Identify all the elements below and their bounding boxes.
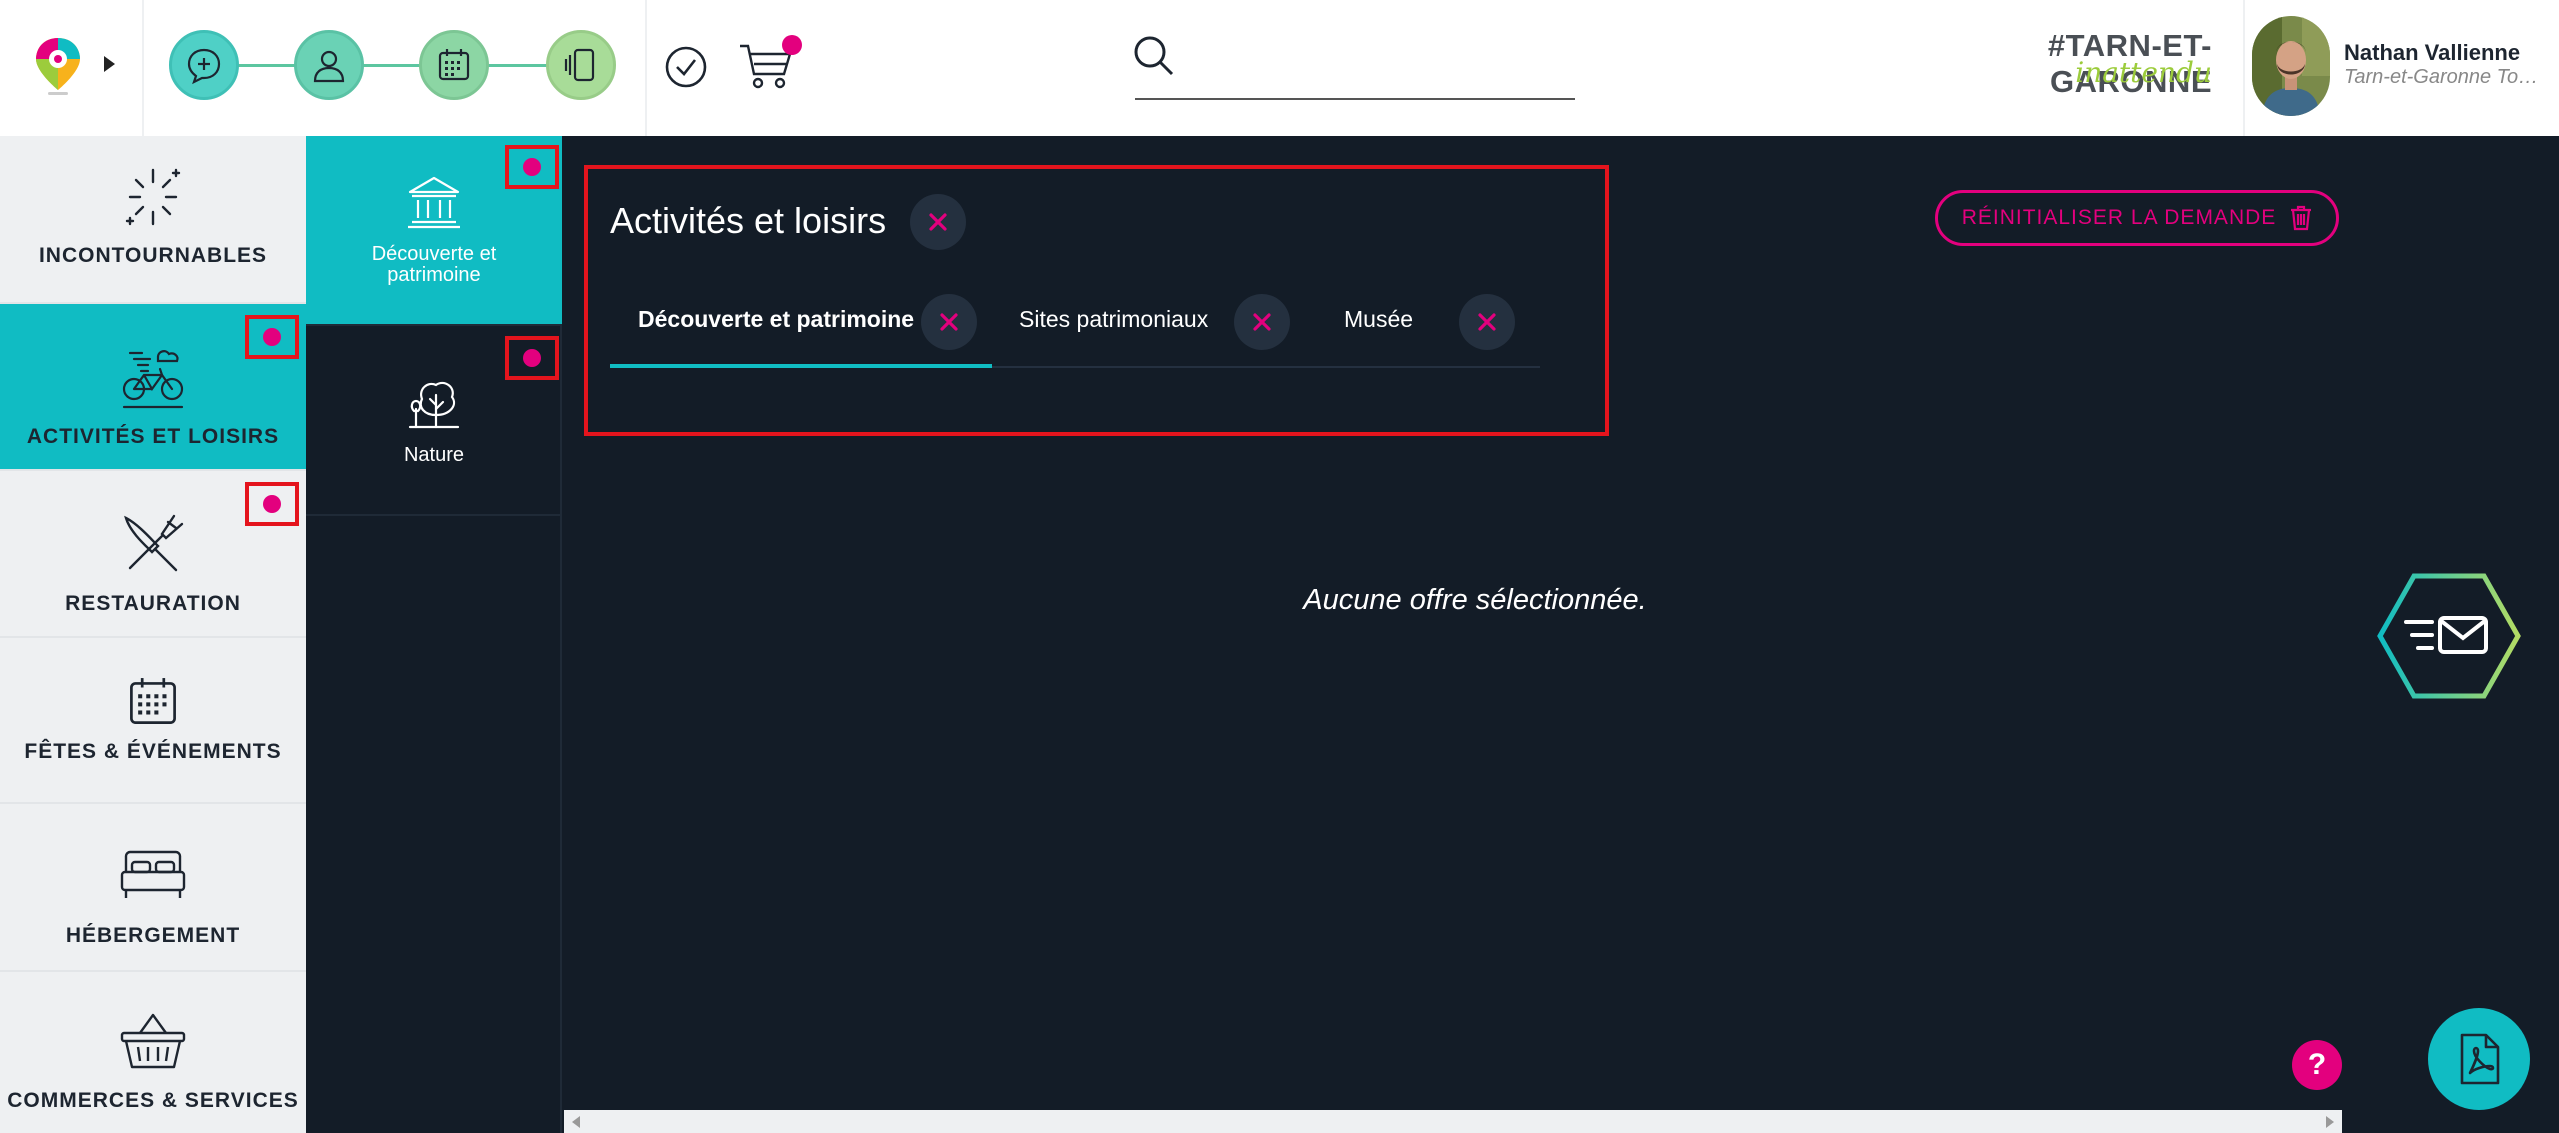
sidebar-item-commerces-services[interactable]: COMMERCES & SERVICES [0,972,306,1133]
horizontal-scrollbar[interactable] [564,1110,2342,1133]
bed-icon [120,850,186,898]
menu-caret-icon[interactable] [104,56,115,72]
header-divider [645,0,647,136]
step-chat-plus[interactable] [169,30,239,100]
send-mail-icon[interactable] [2376,572,2522,700]
empty-offers-message: Aucune offre sélectionnée. [1303,584,1647,616]
avatar[interactable] [2252,16,2330,116]
search-input[interactable] [1135,34,1575,100]
user-name[interactable]: Nathan Vallienne [2344,40,2520,66]
sidebar-item-label: HÉBERGEMENT [65,924,241,947]
cart-badge [782,35,802,55]
chat-plus-icon [187,48,221,85]
tab-sites-patrimoniaux[interactable]: Sites patrimoniaux [1019,306,1208,333]
header-divider [142,0,144,136]
pdf-file-icon [2460,1033,2500,1085]
sidebar-selection-marker [245,482,299,526]
logo-pin-icon[interactable] [30,34,86,96]
scroll-right-arrow-icon[interactable] [2326,1116,2334,1128]
subcategory-label: Découverte et patrimoine [371,243,497,286]
calendar-icon [130,678,176,724]
selection-title: Activités et loisirs [610,200,887,241]
step-calendar[interactable] [419,30,489,100]
sparkle-icon [125,168,181,226]
sidebar-item-label: ACTIVITÉS ET LOISIRS [26,425,280,448]
step-mobile-swipe[interactable] [546,30,616,100]
remove-tab-button[interactable] [921,294,977,350]
active-tab-indicator [610,364,992,368]
steps-connector [204,64,582,67]
help-button[interactable]: ? [2292,1040,2342,1090]
close-icon [940,313,958,331]
category-sidebar: INCONTOURNABLES ACTIVITÉS ET LOISIRS RES… [0,136,306,1133]
pdf-export-button[interactable] [2428,1008,2530,1110]
sidebar-item-incontournables[interactable]: INCONTOURNABLES [0,136,306,304]
user-organization: Tarn-et-Garonne Tourisme [2344,66,2544,88]
tab-decouverte-patrimoine[interactable]: Découverte et patrimoine [638,306,914,333]
sidebar-item-label: INCONTOURNABLES [38,244,268,267]
close-icon [1253,313,1271,331]
app-root: #TARN-ET-GARONNE inattendu Nathan Vallie… [0,0,2559,1133]
close-icon [1478,313,1496,331]
mobile-swipe-icon [564,48,595,82]
close-icon [929,213,947,231]
user-icon [313,50,345,83]
remove-category-button[interactable] [910,194,966,250]
remove-tab-button[interactable] [1459,294,1515,350]
tab-musee[interactable]: Musée [1344,306,1413,333]
selection-dot [523,158,541,176]
sidebar-item-label: RESTAURATION [65,592,241,615]
selection-dot [263,328,281,346]
header-divider [2243,0,2245,136]
sidebar-item-fetes-evenements[interactable]: FÊTES & ÉVÉNEMENTS [0,638,306,804]
selection-dot [263,495,281,513]
subcategory-selection-marker [505,336,559,380]
scroll-left-arrow-icon[interactable] [572,1116,580,1128]
step-user[interactable] [294,30,364,100]
remove-tab-button[interactable] [1234,294,1290,350]
fork-knife-icon [124,514,184,572]
sidebar-selection-marker [245,315,299,359]
sidebar-item-hebergement[interactable]: HÉBERGEMENT [0,804,306,972]
trash-icon [2291,205,2312,231]
subcategory-selection-marker [505,145,559,189]
subcategory-column: Découverte et patrimoine Nature [306,136,562,1133]
subcategory-label: Nature [403,443,465,466]
basket-icon [120,1013,186,1069]
tree-icon [408,381,460,428]
header: #TARN-ET-GARONNE inattendu Nathan Vallie… [0,0,2559,136]
sidebar-item-label: FÊTES & ÉVÉNEMENTS [24,740,282,763]
reset-request-label: RÉINITIALISER LA DEMANDE [1961,206,2277,229]
sidebar-item-label: COMMERCES & SERVICES [7,1089,299,1112]
selection-dot [523,349,541,367]
reset-request-button[interactable]: RÉINITIALISER LA DEMANDE [1935,190,2339,246]
calendar-icon [438,49,470,81]
checkmark-circle-icon[interactable] [664,45,708,89]
monument-icon [408,176,460,229]
brand-tagline: inattendu [2075,56,2212,89]
bike-icon [122,350,184,409]
